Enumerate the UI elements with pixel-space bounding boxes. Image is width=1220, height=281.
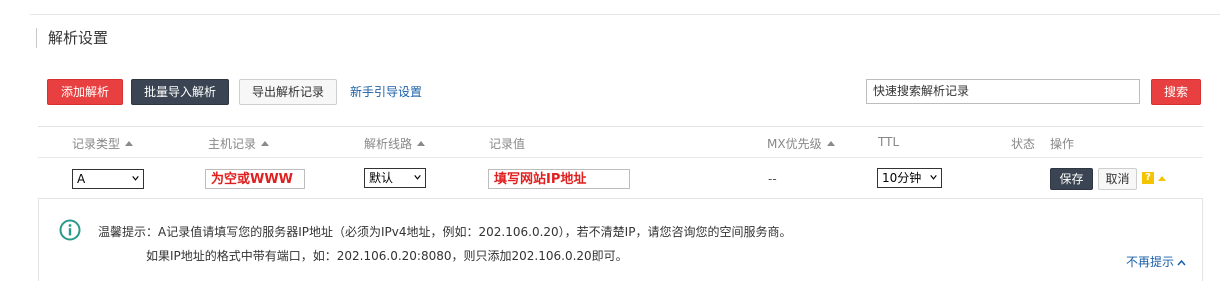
chevron-up-icon [1177,259,1186,266]
header-host[interactable]: 主机记录 [208,135,270,152]
search-input[interactable]: 快速搜索解析记录 [866,79,1140,104]
chevron-down-icon [132,176,139,181]
chevron-down-icon [414,175,421,180]
tip-line-2: 如果IP地址的格式中带有端口，如：202.106.0.20:8080，则只添加2… [146,249,628,263]
batch-import-button[interactable]: 批量导入解析 [131,79,229,105]
record-value-input[interactable]: 填写网站IP地址 [488,169,630,189]
ttl-select[interactable]: 10分钟 [877,168,942,188]
help-icon[interactable]: ? [1142,172,1154,184]
info-icon [59,219,81,241]
dismiss-tip-link[interactable]: 不再提示 [1126,253,1186,270]
header-line[interactable]: 解析线路 [364,135,426,152]
header-status: 状态 [1011,137,1036,151]
line-select[interactable]: 默认 [364,168,426,188]
page-title: 解析设置 [48,29,109,47]
top-strip [0,0,1220,15]
title-bar: 解析设置 [36,28,108,48]
sort-up-icon [826,141,835,146]
record-type-select[interactable]: A [72,169,144,189]
search-button[interactable]: 搜索 [1151,79,1201,105]
chevron-down-icon [930,175,937,180]
sort-up-icon [125,141,134,146]
cancel-button[interactable]: 取消 [1098,168,1137,190]
tip-line-1: 温馨提示：A记录值请填写您的服务器IP地址（必须为IPv4地址，例如：202.1… [98,225,792,239]
sort-up-icon [261,141,270,146]
header-record-type[interactable]: 记录类型 [72,135,134,152]
sort-up-icon [417,141,426,146]
header-mx[interactable]: MX优先级 [767,135,835,152]
collapse-up-icon[interactable] [1158,176,1166,181]
table-header: 记录类型 主机记录 解析线路 记录值 MX优先级 TTL 状态 操作 [38,126,1203,158]
host-record-input[interactable]: 为空或WWW [205,169,305,189]
add-record-button[interactable]: 添加解析 [47,79,123,105]
guide-settings-link[interactable]: 新手引导设置 [350,83,422,100]
mx-priority-value: -- [768,172,777,186]
save-button[interactable]: 保存 [1050,168,1093,190]
export-records-button[interactable]: 导出解析记录 [239,79,337,105]
header-value: 记录值 [489,137,526,151]
header-actions: 操作 [1050,137,1075,151]
header-ttl: TTL [878,135,900,149]
tip-box: 温馨提示：A记录值请填写您的服务器IP地址（必须为IPv4地址，例如：202.1… [38,198,1203,281]
left-gutter [0,14,30,281]
